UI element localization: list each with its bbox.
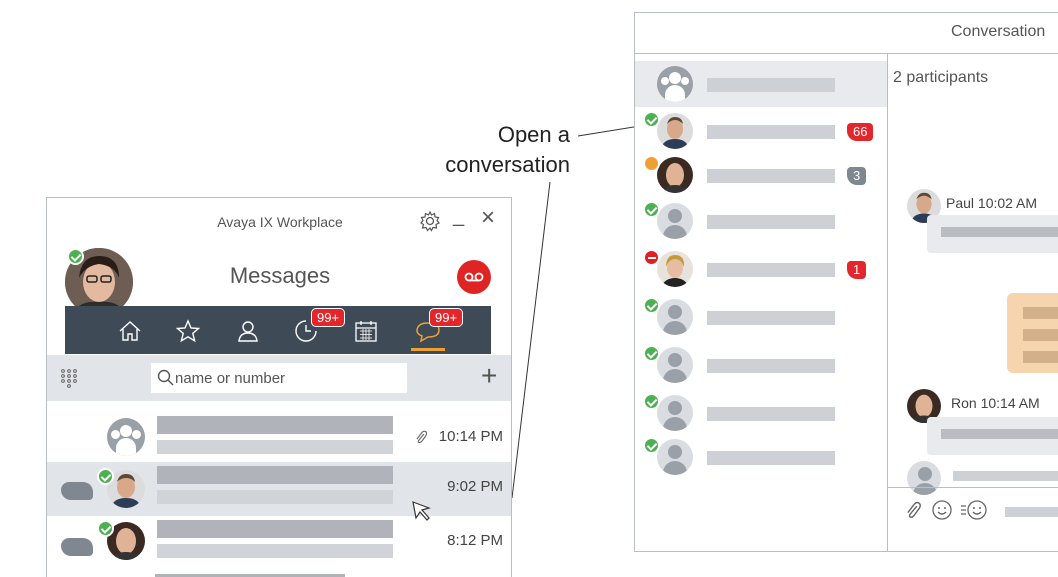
conversation-tag-icon: [61, 538, 93, 556]
voicemail-icon: [464, 272, 484, 282]
minimize-button[interactable]: _: [453, 206, 464, 226]
active-tab-indicator: [411, 348, 445, 351]
add-button[interactable]: +: [481, 361, 497, 391]
message-sender: Ron 10:14 AM: [951, 395, 1040, 411]
message-time: 9:02 PM: [447, 478, 503, 495]
conversation-item[interactable]: 3: [635, 153, 887, 199]
contact-avatar: [657, 113, 693, 149]
attach-file-icon[interactable]: [905, 501, 921, 519]
message-input[interactable]: [1005, 507, 1058, 517]
page-title: Messages: [229, 263, 331, 288]
contacts-icon[interactable]: [235, 318, 261, 344]
message-row-selected[interactable]: 9:02 PM: [47, 462, 511, 521]
contact-placeholder-avatar-icon: [657, 439, 693, 475]
contact-avatar: [657, 251, 693, 287]
message-sender: Paul 10:02 AM: [946, 195, 1038, 211]
quick-reply-emoji-icon[interactable]: [959, 499, 989, 521]
emoji-icon[interactable]: [931, 499, 953, 521]
group-avatar-icon: [907, 461, 941, 495]
messages-badge: 99+: [429, 308, 464, 327]
search-input[interactable]: [151, 363, 407, 393]
conversation-item[interactable]: [635, 391, 887, 437]
unread-count-badge: 1: [847, 261, 867, 279]
callout-line-2: conversation: [445, 152, 570, 177]
message-bubble: [927, 215, 1058, 253]
presence-available-icon: [97, 468, 114, 485]
home-icon[interactable]: [117, 318, 143, 344]
presence-available-icon: [643, 297, 660, 314]
message-bubble: [927, 417, 1058, 455]
presence-available-icon: [643, 201, 660, 218]
message-time: 10:14 PM: [438, 428, 503, 445]
conversation-item[interactable]: [635, 295, 887, 341]
unread-count-badge: 3: [847, 167, 867, 185]
presence-available-icon: [643, 345, 660, 362]
voicemail-button[interactable]: [457, 260, 491, 294]
composer-divider: [888, 487, 1058, 488]
window-title: Conversation: [951, 23, 1046, 40]
participants-count: 2 participants: [893, 69, 989, 86]
contact-placeholder-avatar-icon: [657, 347, 693, 383]
contact-placeholder-avatar-icon: [657, 395, 693, 431]
message-time: 8:12 PM: [447, 532, 503, 549]
attachment-icon: [416, 430, 427, 444]
group-avatar-icon: [107, 418, 145, 456]
conversation-tag-icon: [61, 482, 93, 500]
presence-busy-icon: [643, 249, 660, 266]
conversation-item[interactable]: 1: [635, 247, 887, 293]
conversation-item-active[interactable]: [635, 61, 887, 107]
message-row[interactable]: 8:12 PM: [47, 516, 511, 570]
conversation-item[interactable]: [635, 199, 887, 245]
presence-away-icon: [643, 155, 660, 172]
presence-available-icon: [643, 393, 660, 410]
dialpad-icon[interactable]: [59, 368, 79, 388]
settings-gear-icon[interactable]: [419, 210, 441, 232]
workplace-window: Avaya IX Workplace _ × Messages 99+ 99+ …: [46, 197, 512, 577]
presence-available-icon: [97, 520, 114, 537]
unread-count-badge: 66: [847, 123, 874, 141]
contact-placeholder-avatar-icon: [657, 203, 693, 239]
presence-available-icon: [643, 111, 660, 128]
group-avatar-icon: [657, 66, 693, 102]
conversation-window: Conversation 66 3 1 2 participants Paul …: [634, 12, 1058, 552]
calendar-icon[interactable]: [353, 318, 379, 344]
search-bar: +: [47, 355, 511, 401]
close-button[interactable]: ×: [481, 206, 495, 230]
presence-available-icon: [643, 437, 660, 454]
history-badge: 99+: [311, 308, 346, 327]
own-message-bubble: [1007, 293, 1058, 373]
callout-line-1: Open a: [497, 122, 570, 147]
main-nav-bar: 99+ 99+: [65, 306, 491, 354]
favorites-star-icon[interactable]: [175, 318, 201, 344]
conversation-item[interactable]: [635, 343, 887, 389]
conversation-item[interactable]: 66: [635, 109, 887, 155]
message-row[interactable]: 10:14 PM: [47, 408, 511, 462]
contact-placeholder-avatar-icon: [657, 299, 693, 335]
conversation-item[interactable]: [635, 437, 887, 485]
window-title: Avaya IX Workplace: [217, 214, 343, 230]
contact-avatar: [657, 157, 693, 193]
callout-label: Open a conversation: [410, 120, 570, 180]
search-icon: [157, 369, 174, 386]
